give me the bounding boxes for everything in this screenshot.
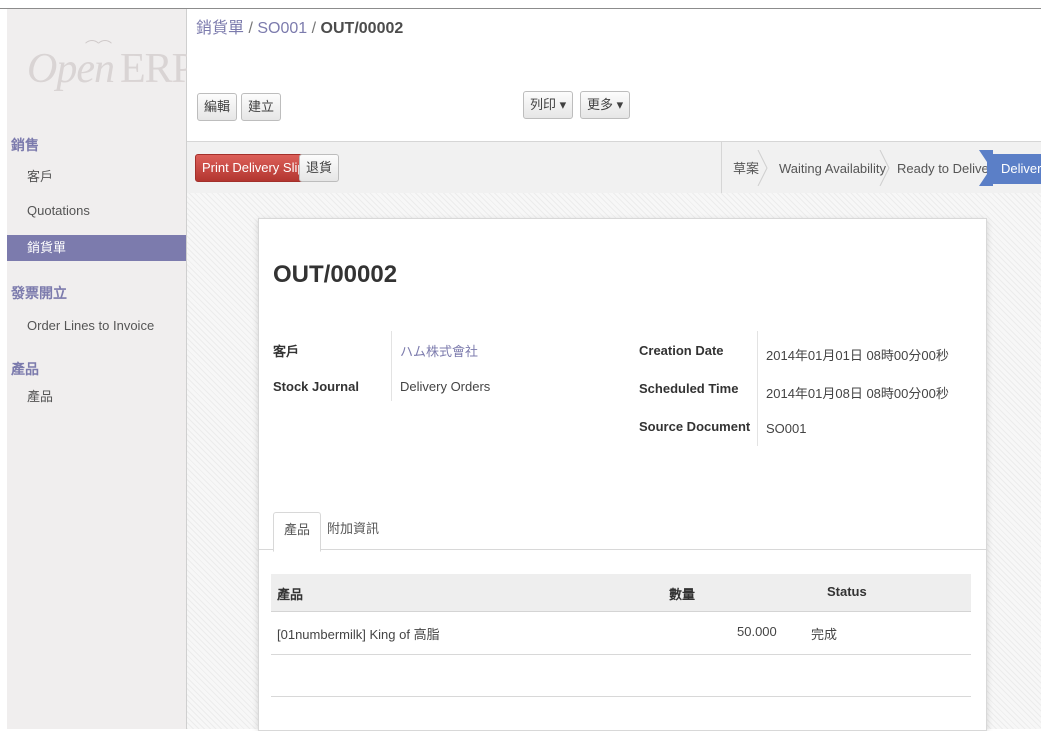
- sidebar-item-delivery-orders[interactable]: 銷貨單: [7, 235, 186, 261]
- row-quantity: 50.000: [737, 624, 777, 639]
- field-divider: [391, 331, 392, 401]
- sidebar-item-customers[interactable]: 客戶: [7, 164, 186, 190]
- sidebar-section-invoicing[interactable]: 發票開立: [11, 283, 67, 303]
- top-border: [0, 0, 1041, 9]
- scheduled-time-value: 2014年01月08日 08時00分00秒: [766, 386, 949, 401]
- create-button[interactable]: 建立: [241, 93, 282, 121]
- sidebar-section-products[interactable]: 產品: [11, 359, 39, 379]
- stock-journal-label: Stock Journal: [273, 379, 359, 394]
- sidebar-item-order-lines-to-invoice[interactable]: Order Lines to Invoice: [7, 313, 186, 339]
- form-sheet: OUT/00002 客戶 ハム株式會社 Stock Journal Delive…: [258, 218, 987, 731]
- print-delivery-slip-button[interactable]: Print Delivery Slip: [195, 154, 312, 182]
- breadcrumb: 銷貨單 / SO001 / OUT/00002: [196, 20, 404, 37]
- stock-journal-value: Delivery Orders: [400, 379, 491, 394]
- field-divider: [757, 331, 758, 446]
- record-title: OUT/00002: [273, 261, 398, 288]
- breadcrumb-current: OUT/00002: [320, 20, 404, 37]
- column-status[interactable]: Status: [827, 584, 867, 599]
- more-dropdown-button[interactable]: 更多 ▾: [580, 91, 631, 119]
- tab-products[interactable]: 產品: [273, 512, 322, 552]
- column-quantity[interactable]: 數量: [669, 584, 695, 603]
- notebook-tabs: 產品 附加資訊: [259, 494, 986, 552]
- row-product: [01numbermilk] King of 高脂: [277, 627, 440, 642]
- edit-button[interactable]: 編輯: [197, 93, 238, 121]
- openerp-logo[interactable]: ⌒⌒ Open ERP: [27, 41, 195, 93]
- stage-chevron-icon: [879, 150, 890, 186]
- stage-chevron-icon: [757, 150, 768, 186]
- creation-date-label: Creation Date: [639, 343, 724, 358]
- source-document-value: SO001: [766, 421, 807, 436]
- sidebar-section-sales[interactable]: 銷售: [11, 135, 39, 155]
- column-product[interactable]: 產品: [277, 584, 303, 603]
- sidebar-item-quotations[interactable]: Quotations: [7, 198, 186, 224]
- table-footer-line: [271, 696, 971, 697]
- breadcrumb-so001[interactable]: SO001: [257, 20, 307, 37]
- customer-label: 客戶: [273, 344, 300, 359]
- sidebar: ⌒⌒ Open ERP 銷售 客戶 Quotations 銷貨單 發票開立 Ord…: [7, 9, 195, 729]
- status-divider: [721, 142, 722, 193]
- return-button[interactable]: 退貨: [299, 154, 340, 182]
- creation-date-value: 2014年01月01日 08時00分00秒: [766, 348, 949, 363]
- source-document-label: Source Document: [639, 419, 751, 434]
- row-status: 完成: [811, 627, 838, 642]
- stage-delivered[interactable]: Delivered: [987, 154, 1041, 184]
- scheduled-time-label: Scheduled Time: [639, 381, 739, 396]
- stage-waiting-availability[interactable]: Waiting Availability: [779, 154, 886, 184]
- customer-link[interactable]: ハム株式會社: [400, 341, 478, 360]
- tab-additional-info[interactable]: 附加資訊: [317, 512, 389, 550]
- stage-draft[interactable]: 草案: [733, 154, 759, 184]
- table-row[interactable]: [01numbermilk] King of 高脂 50.000 完成: [271, 612, 971, 655]
- print-dropdown-button[interactable]: 列印 ▾: [523, 91, 574, 119]
- sidebar-item-products[interactable]: 產品: [7, 384, 186, 410]
- breadcrumb-delivery-orders[interactable]: 銷貨單: [196, 20, 244, 37]
- status-bar: Print Delivery Slip 退貨 草案 Waiting Availa…: [187, 141, 1041, 194]
- table-header: 產品 數量 Status: [271, 574, 971, 612]
- logo-hat-icon: ⌒⌒: [85, 41, 112, 56]
